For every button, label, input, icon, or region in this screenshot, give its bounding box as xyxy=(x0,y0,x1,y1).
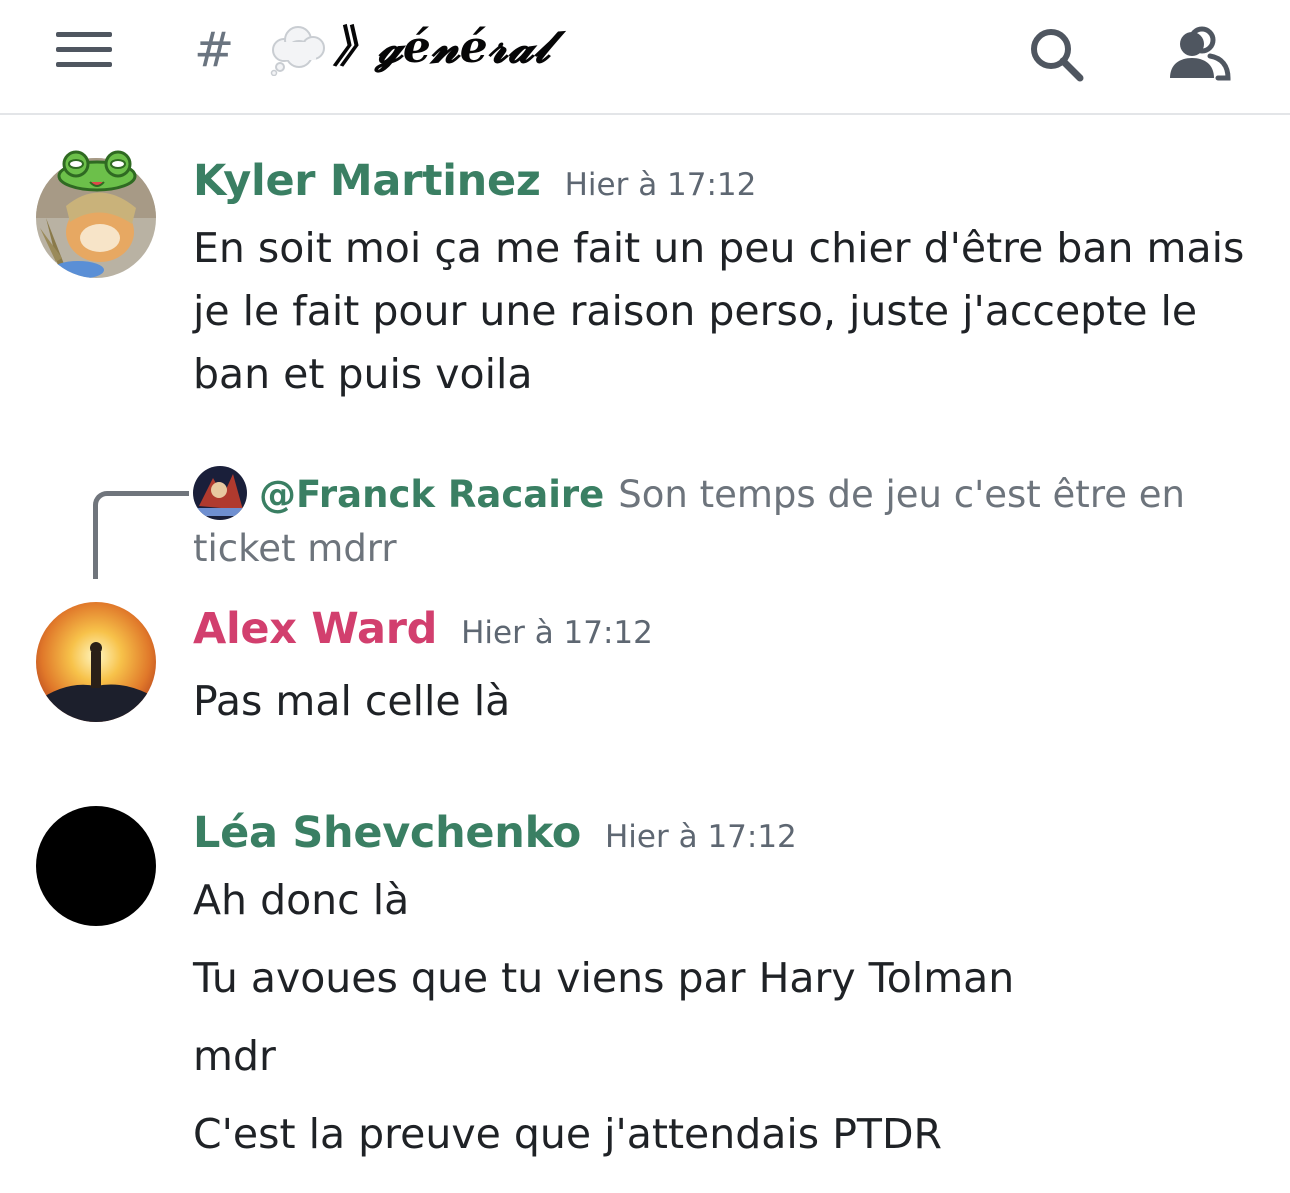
message-text: En soit moi ça me fait un peu chier d'êt… xyxy=(193,224,1245,398)
timestamp: Hier à 17:12 xyxy=(564,167,757,203)
frog-avatar-decoration-icon xyxy=(50,150,144,192)
message-header: Alex Ward Hier à 17:12 xyxy=(193,604,653,654)
author-name[interactable]: Léa Shevchenko xyxy=(193,808,581,858)
message-line: Ah donc là xyxy=(193,876,410,924)
message-line: C'est la preuve que j'attendais PTDR xyxy=(193,1110,943,1158)
author-name[interactable]: Kyler Martinez xyxy=(193,156,541,206)
avatar[interactable] xyxy=(36,806,156,926)
message-line: mdr xyxy=(193,1032,276,1080)
channel-hash-icon: # xyxy=(194,22,235,78)
members-icon[interactable] xyxy=(1166,22,1232,88)
message-line: Tu avoues que tu viens par Hary Tolman xyxy=(193,954,1015,1002)
reply-preview[interactable]: @Franck Racaire Son temps de jeu c'est êt… xyxy=(193,468,1253,576)
message-header: Léa Shevchenko Hier à 17:12 xyxy=(193,808,797,858)
timestamp: Hier à 17:12 xyxy=(605,819,797,855)
reply-author[interactable]: @Franck Racaire xyxy=(259,473,604,516)
author-name[interactable]: Alex Ward xyxy=(193,604,437,654)
message-header: Kyler Martinez Hier à 17:12 xyxy=(193,156,756,206)
avatar[interactable] xyxy=(36,602,156,722)
thought-bubble-emoji-icon xyxy=(268,20,330,77)
reply-connector xyxy=(93,491,189,579)
channel-name: 》𝓰é𝓷é𝓻𝓪𝓵 xyxy=(333,22,551,73)
hamburger-menu-icon[interactable] xyxy=(56,30,112,70)
channel-header: # 》𝓰é𝓷é𝓻𝓪𝓵 xyxy=(0,0,1290,115)
message-text: Pas mal celle là xyxy=(193,677,511,725)
timestamp: Hier à 17:12 xyxy=(461,615,653,651)
search-icon[interactable] xyxy=(1024,22,1090,88)
